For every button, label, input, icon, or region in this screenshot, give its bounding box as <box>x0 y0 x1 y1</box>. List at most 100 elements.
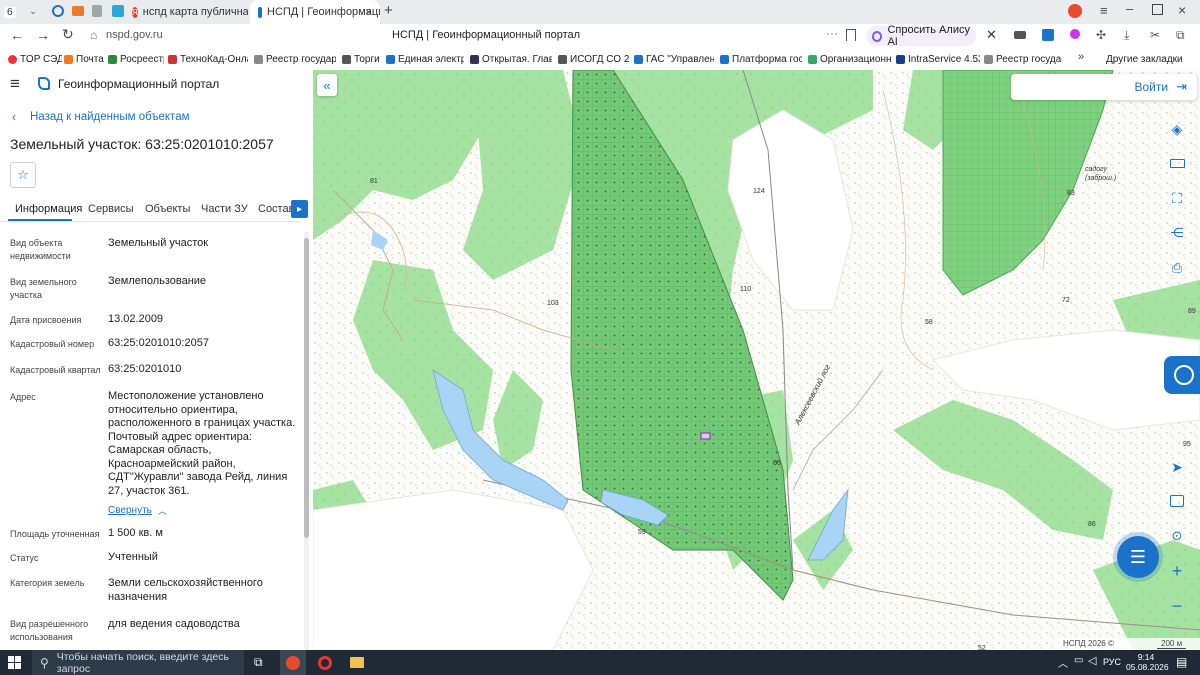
bookmark-item[interactable]: Почта <box>64 48 104 70</box>
bookmark-favicon <box>808 54 817 64</box>
alice-button[interactable]: Спросить Алису AI <box>866 24 976 48</box>
extension-icon-2[interactable] <box>1014 31 1026 39</box>
yandex-browser-icon[interactable] <box>1068 4 1082 18</box>
zoom-in-button[interactable]: + <box>1165 559 1189 583</box>
language-indicator[interactable]: РУС <box>1103 657 1121 667</box>
back-arrow-icon[interactable]: ← <box>10 27 24 43</box>
url-text[interactable]: nspd.gov.ru <box>106 29 163 41</box>
tab-services[interactable]: Сервисы <box>88 203 134 215</box>
bookmark-item[interactable]: IntraService 4.53.1 <box>896 48 980 70</box>
reload-icon[interactable]: ↻ <box>62 26 74 43</box>
geolocation-button[interactable]: ➤ <box>1165 455 1189 479</box>
tab-objects[interactable]: Объекты <box>145 203 190 215</box>
layers-button[interactable]: ◈ <box>1165 117 1189 141</box>
bookmarks-bar: TOP СЭД Почта Росреестр ТехноКад-Онлайн … <box>0 48 1200 71</box>
minimap-button[interactable] <box>1165 489 1189 513</box>
widget-icon <box>1174 365 1194 385</box>
site-icon[interactable] <box>52 5 64 17</box>
notifications-icon[interactable]: ▤ <box>1176 655 1187 669</box>
chevron-left-icon[interactable]: ‹ <box>12 110 16 124</box>
zoom-out-button[interactable]: − <box>1165 594 1189 618</box>
chat-assistant-button[interactable]: ☰ <box>1117 536 1159 578</box>
prop-value-cadastral-quarter: 63:25:0201010 <box>108 363 182 375</box>
downloads-icon[interactable]: ⤓ <box>1124 28 1129 43</box>
bookmark-item[interactable]: Реестр госуда <box>984 48 1066 70</box>
extension-cross-icon[interactable]: ✕ <box>986 27 997 43</box>
print-button[interactable]: ⎙ <box>1165 256 1189 280</box>
bookmark-item[interactable]: Единая электрон <box>386 48 464 70</box>
login-button[interactable]: Войти ⇥ <box>1011 74 1197 100</box>
bookmark-item[interactable]: Росреестр <box>108 48 164 70</box>
restore-icon[interactable] <box>1152 4 1163 15</box>
prop-label-cadastral-number: Кадастровый номер <box>10 339 95 349</box>
extension-icon-3[interactable] <box>1042 29 1054 41</box>
taskbar-app-2[interactable] <box>312 650 338 675</box>
bookmark-item[interactable]: Организационна <box>808 48 892 70</box>
favorite-button[interactable]: ☆ <box>10 162 36 188</box>
map-label: 59 <box>638 529 646 536</box>
windows-start-icon[interactable] <box>8 656 21 669</box>
bookmark-item[interactable]: Реестр государст <box>254 48 336 70</box>
tabs-divider <box>0 221 300 222</box>
hamburger-menu-icon[interactable]: ≡ <box>10 74 20 94</box>
taskbar-clock[interactable]: 9:14 05.08.2026 <box>1126 652 1169 672</box>
location-arrow-icon: ➤ <box>1171 458 1183 475</box>
bookmark-item[interactable]: Платформа госуд <box>720 48 802 70</box>
taskbar-app-browser[interactable] <box>280 650 306 675</box>
puzzle-icon[interactable]: ✣ <box>1096 28 1106 42</box>
search-coordinates-button[interactable]: ⊙ <box>1165 524 1189 548</box>
tray-chevron-icon[interactable]: ︿ <box>1058 655 1068 670</box>
bookmark-item[interactable]: ИСОГД СО 2.0 <box>558 48 630 70</box>
bookmark-item[interactable]: ГАС "Управление <box>634 48 714 70</box>
login-icon: ⇥ <box>1176 79 1187 94</box>
task-view-icon[interactable]: ⧉ <box>254 655 263 670</box>
collapse-panel-button[interactable]: « <box>317 74 337 96</box>
extension-icon-4[interactable] <box>1070 29 1080 39</box>
bookmark-favicon <box>342 54 351 64</box>
gosuslugi-widget-button[interactable] <box>1164 356 1200 394</box>
mail-icon[interactable] <box>72 6 84 16</box>
extension-icon-5[interactable]: ✂ <box>1150 28 1160 42</box>
bookmark-item[interactable]: Торги <box>342 48 382 70</box>
tabs-scroll-right-button[interactable]: ▸ <box>291 200 308 218</box>
tab-information[interactable]: Информация <box>15 203 82 215</box>
forward-arrow-icon[interactable]: → <box>36 27 50 43</box>
share-button[interactable]: ⋲ <box>1165 221 1189 245</box>
extension-icon-6[interactable]: ⧉ <box>1176 28 1185 43</box>
volume-icon[interactable]: ◁ <box>1088 654 1096 667</box>
minimize-icon[interactable]: – <box>1126 1 1133 16</box>
tab-counter[interactable]: 6 <box>4 0 22 24</box>
tab-composition[interactable]: Состав <box>258 203 294 215</box>
ruler-button[interactable] <box>1165 151 1189 175</box>
map-view[interactable]: 124 110 103 81 58 72 89 83 95 86 59 66 5… <box>313 70 1200 650</box>
bookmark-icon[interactable] <box>846 29 856 41</box>
site-icon-2[interactable] <box>112 5 124 17</box>
crest-icon[interactable] <box>92 5 102 17</box>
collapse-address-link[interactable]: Свернуть ︿ <box>108 504 167 517</box>
bookmark-item[interactable]: Открытая. Главна <box>470 48 552 70</box>
panel-scrollbar[interactable] <box>304 232 309 650</box>
menu-lines-icon[interactable]: ≡ <box>1100 3 1108 18</box>
tab-nspd[interactable]: НСПД | Геоинформацис × <box>250 0 380 24</box>
other-bookmarks[interactable]: Другие закладки <box>1106 48 1196 70</box>
more-dots-icon[interactable]: ··· <box>826 26 838 40</box>
panel-scrollbar-thumb[interactable] <box>304 238 309 538</box>
prop-value-cadastral-number: 63:25:0201010:2057 <box>108 337 209 349</box>
windows-taskbar: ⚲ Чтобы начать поиск, введите здесь запр… <box>0 650 1200 675</box>
map-canvas[interactable] <box>313 70 1200 650</box>
close-window-icon[interactable]: × <box>1178 2 1186 18</box>
back-to-results-link[interactable]: Назад к найденным объектам <box>30 111 190 123</box>
double-chevron-left-icon: « <box>323 77 331 93</box>
chevron-down-icon[interactable]: ⌄ <box>28 6 38 16</box>
bookmark-item[interactable]: TOP СЭД <box>8 48 62 70</box>
chevron-more-icon[interactable]: » <box>1078 51 1084 63</box>
bookmark-item[interactable]: ТехноКад-Онлайн <box>168 48 248 70</box>
area-select-button[interactable]: ⛶ <box>1165 186 1189 210</box>
network-icon[interactable]: ▭ <box>1074 655 1083 666</box>
taskbar-search-box[interactable]: ⚲ Чтобы начать поиск, введите здесь запр… <box>32 650 244 675</box>
tab-search[interactable]: Я нспд карта публичная кад <box>132 0 248 24</box>
close-icon[interactable]: × <box>365 5 372 19</box>
new-tab-icon[interactable]: + <box>384 2 393 19</box>
tab-parts[interactable]: Части ЗУ <box>201 203 248 215</box>
taskbar-app-explorer[interactable] <box>344 650 370 675</box>
